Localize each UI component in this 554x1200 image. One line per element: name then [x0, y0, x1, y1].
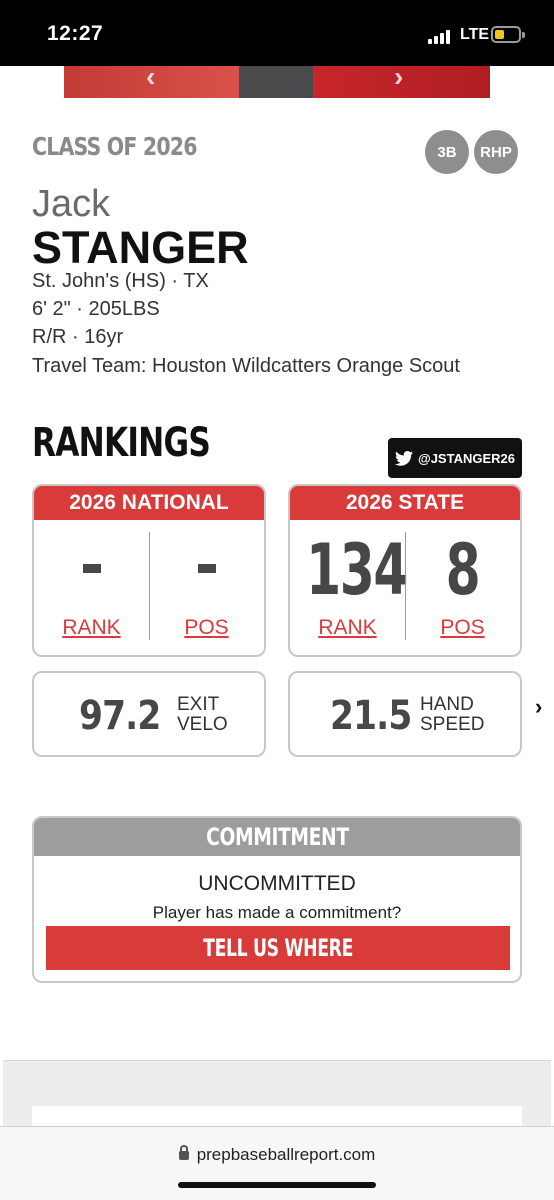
state-rank-link[interactable]: RANK: [290, 616, 405, 640]
exit-velo-label: EXIT VELO: [177, 694, 228, 735]
state-pos-value: 8: [445, 529, 481, 611]
twitter-icon: [395, 450, 414, 466]
twitter-button[interactable]: @JSTANGER26: [388, 438, 522, 478]
player-last-name: STANGER: [32, 222, 249, 273]
url-text: prepbaseballreport.com: [196, 1145, 376, 1164]
rankings-title: RANKINGS: [32, 420, 211, 466]
national-ranking-card: 2026 NATIONAL RANK POS: [32, 484, 266, 657]
commitment-question: Player has made a commitment?: [152, 903, 402, 922]
battery-icon: [491, 26, 521, 43]
twitter-handle: @JSTANGER26: [418, 450, 515, 466]
url-display[interactable]: prepbaseballreport.com: [0, 1145, 554, 1165]
national-pos-value: [197, 564, 216, 573]
signal-icon: [428, 28, 454, 44]
status-bar: 12:27 LTE: [0, 0, 554, 66]
hand-speed-label: HAND SPEED: [420, 694, 485, 735]
state-pos-link[interactable]: POS: [405, 616, 520, 640]
battery-cap: [522, 32, 525, 38]
status-time: 12:27: [47, 22, 104, 45]
position-badge-3b: 3B: [425, 130, 469, 174]
hand-speed-card[interactable]: 21.5 HAND SPEED: [288, 671, 522, 757]
exit-velo-value: 97.2: [79, 693, 161, 739]
state-ranking-card: 2026 STATE 134 RANK 8 POS: [288, 484, 522, 657]
national-ranking-title: 2026 NATIONAL: [34, 486, 264, 520]
national-rank-value: [82, 564, 101, 573]
commitment-header: COMMITMENT: [34, 818, 520, 856]
commitment-title: COMMITMENT: [205, 823, 349, 851]
player-travel-team: Travel Team: Houston Wildcatters Orange …: [32, 355, 460, 377]
national-rank-link[interactable]: RANK: [34, 616, 149, 640]
browser-url-bar[interactable]: prepbaseballreport.com: [0, 1126, 554, 1200]
tell-us-where-button[interactable]: TELL US WHERE: [46, 926, 510, 970]
lock-icon: [178, 1145, 189, 1160]
photo-carousel[interactable]: [64, 66, 490, 98]
player-first-name: Jack: [32, 183, 111, 225]
player-size: 6' 2" · 205LBS: [32, 298, 160, 320]
state-ranking-title: 2026 STATE: [290, 486, 520, 520]
commitment-card: COMMITMENT UNCOMMITTED Player has made a…: [32, 816, 522, 983]
player-school: St. John's (HS) · TX: [32, 270, 209, 292]
network-type: LTE: [460, 26, 490, 43]
national-pos-link[interactable]: POS: [149, 616, 264, 640]
commitment-status: UNCOMMITTED: [198, 872, 356, 895]
class-of-label: CLASS OF 2026: [32, 132, 198, 161]
position-badge-rhp: RHP: [474, 130, 518, 174]
state-rank-value: 134: [306, 529, 408, 611]
player-bats-throws-age: R/R · 16yr: [32, 326, 124, 348]
chevron-right-icon[interactable]: ›: [535, 694, 542, 720]
hand-speed-value: 21.5: [330, 693, 412, 739]
chevron-left-icon[interactable]: ‹: [146, 63, 155, 91]
tell-us-where-label: TELL US WHERE: [203, 934, 353, 962]
exit-velo-card[interactable]: 97.2 EXIT VELO: [32, 671, 266, 757]
home-indicator[interactable]: [178, 1182, 376, 1188]
chevron-right-icon[interactable]: ›: [394, 63, 403, 91]
